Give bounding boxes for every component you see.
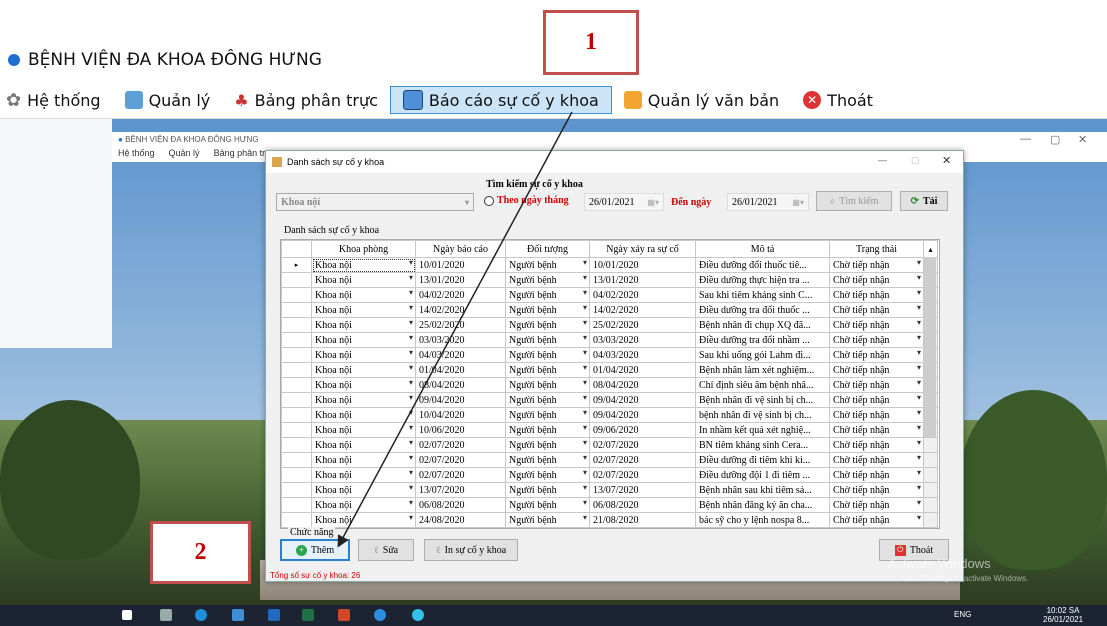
clock-date: 26/01/2021 xyxy=(1043,615,1084,624)
powerpoint-icon[interactable] xyxy=(338,609,350,621)
mail-icon[interactable] xyxy=(268,609,280,621)
excel-icon[interactable] xyxy=(302,609,314,621)
clock[interactable]: 10:02 SA 26/01/2021 xyxy=(1043,606,1083,624)
annotation-arrow xyxy=(337,111,573,548)
start-icon[interactable] xyxy=(122,610,132,620)
app-icon[interactable] xyxy=(412,609,424,621)
store-icon[interactable] xyxy=(232,609,244,621)
language-indicator[interactable]: ENG xyxy=(954,610,971,619)
edge-icon[interactable] xyxy=(195,609,207,621)
task-view-icon[interactable] xyxy=(160,609,172,621)
clock-time: 10:02 SA xyxy=(1046,606,1080,615)
chat-icon[interactable] xyxy=(374,609,386,621)
